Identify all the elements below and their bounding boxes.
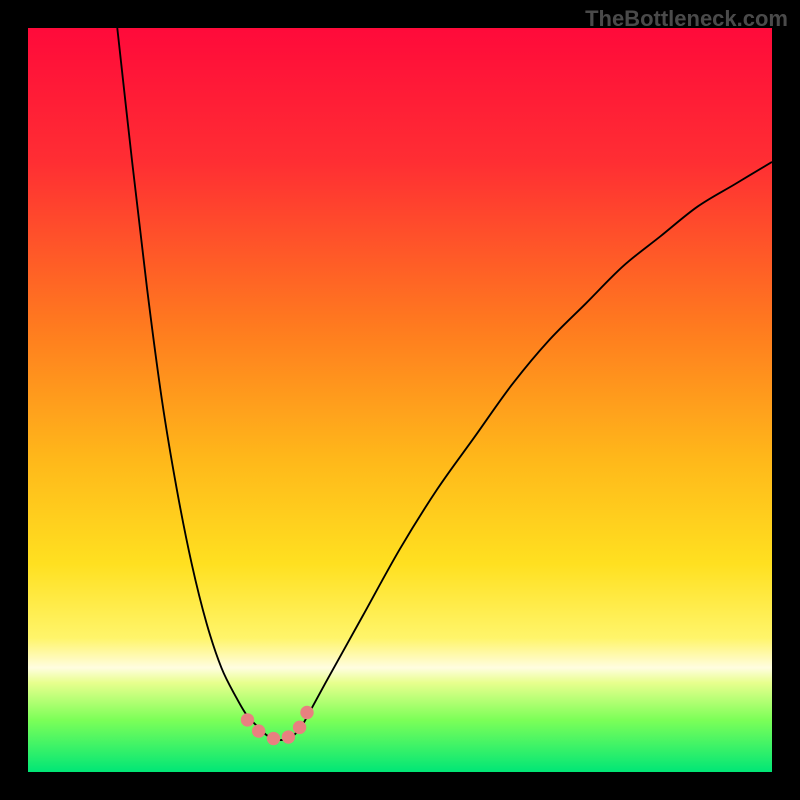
marker-point <box>241 713 254 726</box>
marker-point <box>282 730 295 743</box>
curve-markers <box>241 706 314 745</box>
marker-point <box>300 706 313 719</box>
chart-area <box>28 28 772 772</box>
watermark-text: TheBottleneck.com <box>585 6 788 32</box>
marker-point <box>252 724 265 737</box>
marker-point <box>293 721 306 734</box>
curve-svg <box>28 28 772 772</box>
marker-point <box>267 732 280 745</box>
bottleneck-curve <box>117 28 772 740</box>
